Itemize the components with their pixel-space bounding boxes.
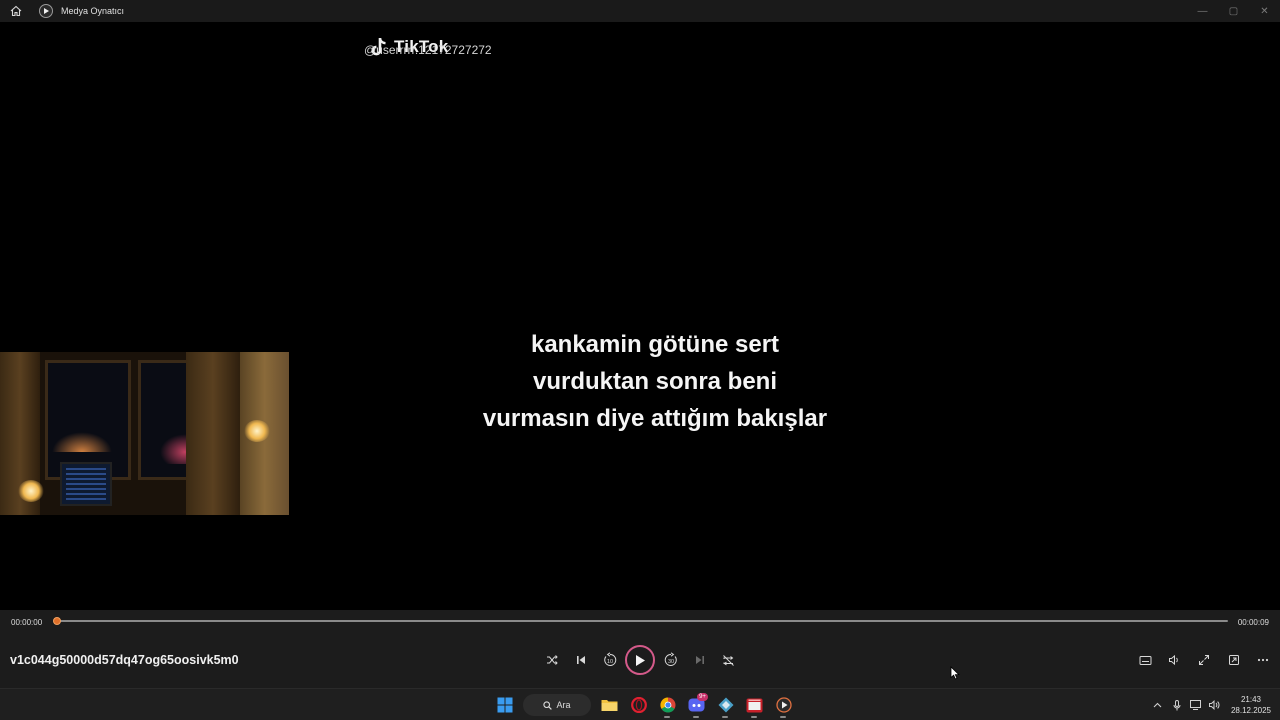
taskbar-search[interactable]: Ara <box>523 694 591 716</box>
play-button[interactable] <box>625 645 655 675</box>
microphone-icon[interactable] <box>1167 689 1186 720</box>
media-player-app-icon <box>39 4 53 18</box>
system-tray: 21:43 28.12.2025 <box>1148 689 1280 720</box>
seek-bar[interactable] <box>57 620 1228 622</box>
title-bar: Medya Oynatıcı — ▢ ✕ <box>0 0 1280 22</box>
tiktok-username: @userrrrr.12172727272 <box>364 43 492 57</box>
transport-controls: 10 30 <box>537 645 743 675</box>
video-caption: kankamin götüne sert vurduktan sonra ben… <box>400 326 910 437</box>
caption-line: kankamin götüne sert <box>530 331 780 358</box>
close-button[interactable]: ✕ <box>1249 0 1280 22</box>
search-icon <box>543 700 553 710</box>
fullscreen-icon[interactable] <box>1190 645 1220 675</box>
next-icon[interactable] <box>685 645 714 675</box>
skip-forward-30-icon[interactable]: 30 <box>656 645 685 675</box>
window-controls: — ▢ ✕ <box>1187 0 1280 22</box>
subtitles-icon[interactable] <box>1131 645 1161 675</box>
home-icon[interactable] <box>9 4 23 18</box>
mouse-cursor-icon <box>950 666 960 680</box>
repeat-off-icon[interactable] <box>714 645 743 675</box>
chrome-icon[interactable] <box>653 692 682 718</box>
video-viewport[interactable]: TikTok @userrrrr.12172727272 kankamin gö… <box>0 22 1280 610</box>
shuffle-icon[interactable] <box>537 645 566 675</box>
taskbar: Ara 9+ 21:43 28.12.2025 <box>0 688 1280 720</box>
opera-icon[interactable] <box>624 692 653 718</box>
volume-icon[interactable] <box>1160 645 1190 675</box>
discord-icon[interactable]: 9+ <box>682 692 711 718</box>
total-time: 00:00:09 <box>1237 618 1269 627</box>
windows-start-icon[interactable] <box>490 692 519 718</box>
chevron-up-icon[interactable] <box>1148 689 1167 720</box>
video-scene-image <box>0 352 289 515</box>
skip-forward-label: 30 <box>667 659 673 665</box>
skip-back-label: 10 <box>606 659 612 665</box>
window-title: Medya Oynatıcı <box>61 6 125 16</box>
skip-back-10-icon[interactable]: 10 <box>595 645 624 675</box>
media-player-icon[interactable] <box>769 692 798 718</box>
discord-badge: 9+ <box>697 693 708 701</box>
seek-thumb[interactable] <box>53 617 61 625</box>
play-icon <box>636 654 645 666</box>
media-app-icon[interactable] <box>740 692 769 718</box>
secondary-controls <box>1131 645 1279 675</box>
more-icon[interactable] <box>1249 645 1279 675</box>
mini-player-icon[interactable] <box>1219 645 1249 675</box>
current-time: 00:00:00 <box>11 618 43 627</box>
clock-date: 28.12.2025 <box>1230 706 1272 715</box>
file-explorer-icon[interactable] <box>595 692 624 718</box>
clock[interactable]: 21:43 28.12.2025 <box>1224 694 1278 716</box>
maximize-button[interactable]: ▢ <box>1218 0 1249 22</box>
network-icon[interactable] <box>1186 689 1205 720</box>
previous-icon[interactable] <box>566 645 595 675</box>
media-title: v1c044g50000d57dq47og65oosivk5m0 <box>10 653 239 667</box>
caption-line: vurduktan sonra beni <box>532 368 778 395</box>
app-icon[interactable] <box>711 692 740 718</box>
caption-line: vurmasın diye attığım bakışlar <box>482 405 828 432</box>
taskbar-apps: Ara 9+ <box>490 692 798 718</box>
clock-time: 21:43 <box>1240 695 1262 704</box>
player-controls: 00:00:00 00:00:09 v1c044g50000d57dq47og6… <box>0 610 1280 688</box>
minimize-button[interactable]: — <box>1187 0 1218 22</box>
search-label: Ara <box>556 700 571 710</box>
volume-tray-icon[interactable] <box>1205 689 1224 720</box>
